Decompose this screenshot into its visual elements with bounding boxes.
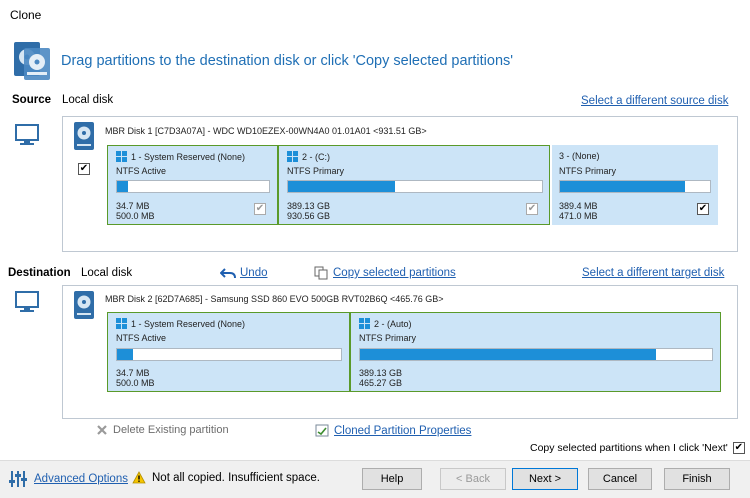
- copy-partitions-action[interactable]: Copy selected partitions: [314, 266, 456, 280]
- destination-label: Destination: [8, 267, 71, 279]
- next-button[interactable]: Next >: [512, 468, 578, 490]
- partition-checkbox[interactable]: ✔: [697, 203, 709, 215]
- partition-filesystem: NTFS Primary: [359, 333, 416, 343]
- select-target-disk-link[interactable]: Select a different target disk: [582, 267, 724, 279]
- destination-partition-1[interactable]: 1 - System Reserved (None) NTFS Active 3…: [107, 312, 350, 392]
- computer-monitor-icon: [14, 122, 40, 148]
- windows-logo-icon: [116, 151, 127, 162]
- partition-total: 471.0 MB: [559, 211, 598, 221]
- source-select-all-checkbox[interactable]: ✔: [78, 163, 90, 175]
- hard-disk-icon: [73, 290, 95, 320]
- partition-title: 2 - (Auto): [374, 319, 412, 329]
- partition-usage-bar: [116, 348, 342, 361]
- partition-usage-fill: [560, 181, 685, 192]
- partition-used: 389.4 MB: [559, 201, 598, 211]
- finish-button[interactable]: Finish: [664, 468, 730, 490]
- partition-used: 34.7 MB: [116, 201, 150, 211]
- delete-existing-partition-label[interactable]: Delete Existing partition: [113, 424, 229, 436]
- partition-title: 2 - (C:): [302, 152, 330, 162]
- partition-filesystem: NTFS Active: [116, 166, 167, 176]
- source-partition-3[interactable]: 3 - (None) NTFS Primary 389.4 MB 471.0 M…: [552, 145, 718, 225]
- destination-disk-panel[interactable]: MBR Disk 2 [62D7A685] - Samsung SSD 860 …: [62, 285, 738, 419]
- back-button[interactable]: < Back: [440, 468, 506, 490]
- partition-total: 465.27 GB: [359, 378, 403, 388]
- warning-text: Not all copied. Insufficient space.: [152, 471, 320, 484]
- source-disk-header: MBR Disk 1 [C7D3A07A] - WDC WD10EZEX-00W…: [105, 126, 427, 136]
- warning-message: Not all copied. Insufficient space.: [132, 471, 320, 484]
- copy-icon: [314, 266, 328, 280]
- cloned-partition-properties-link[interactable]: Cloned Partition Properties: [334, 425, 471, 437]
- cloned-properties-action[interactable]: Cloned Partition Properties: [315, 424, 471, 437]
- source-partition-1[interactable]: 1 - System Reserved (None) NTFS Active 3…: [107, 145, 278, 225]
- advanced-options-link[interactable]: Advanced Options: [34, 473, 128, 485]
- partition-usage-bar: [287, 180, 543, 193]
- partition-title: 1 - System Reserved (None): [131, 152, 246, 162]
- partition-usage-fill: [117, 349, 133, 360]
- partition-title: 1 - System Reserved (None): [131, 319, 246, 329]
- sliders-icon: [9, 471, 27, 487]
- delete-partition-action[interactable]: Delete Existing partition: [96, 424, 229, 436]
- partition-checkbox[interactable]: ✔: [526, 203, 538, 215]
- header-instructions: Drag partitions to the destination disk …: [61, 53, 514, 69]
- windows-logo-icon: [359, 318, 370, 329]
- partition-title: 3 - (None): [559, 151, 600, 161]
- partition-total: 930.56 GB: [287, 211, 331, 221]
- advanced-options-action[interactable]: Advanced Options: [8, 469, 128, 489]
- partition-used: 389.13 GB: [359, 368, 403, 378]
- footer-bar: Advanced Options Not all copied. Insuffi…: [0, 460, 750, 498]
- copy-selected-partitions-link[interactable]: Copy selected partitions: [333, 267, 456, 279]
- partition-usage-fill: [117, 181, 128, 192]
- windows-logo-icon: [116, 318, 127, 329]
- warning-triangle-icon: [132, 471, 146, 484]
- copy-on-next-checkbox[interactable]: ✔: [732, 442, 745, 454]
- source-disk-panel[interactable]: MBR Disk 1 [C7D3A07A] - WDC WD10EZEX-00W…: [62, 116, 738, 252]
- partition-total: 500.0 MB: [116, 211, 155, 221]
- properties-icon: [315, 424, 329, 437]
- undo-action[interactable]: Undo: [220, 267, 268, 279]
- partition-filesystem: NTFS Primary: [287, 166, 344, 176]
- partition-usage-fill: [360, 349, 656, 360]
- partition-used: 389.13 GB: [287, 201, 331, 211]
- partition-used: 34.7 MB: [116, 368, 150, 378]
- select-source-disk-link[interactable]: Select a different source disk: [581, 95, 728, 107]
- partition-checkbox[interactable]: ✔: [254, 203, 266, 215]
- partition-filesystem: NTFS Primary: [559, 166, 616, 176]
- copy-on-next-option[interactable]: Copy selected partitions when I click 'N…: [530, 442, 745, 454]
- partition-usage-bar: [116, 180, 270, 193]
- undo-arrow-icon: [220, 268, 236, 279]
- cancel-button[interactable]: Cancel: [588, 468, 652, 490]
- delete-x-icon: [97, 425, 107, 435]
- partition-usage-fill: [288, 181, 395, 192]
- destination-partition-2[interactable]: 2 - (Auto) NTFS Primary 389.13 GB 465.27…: [350, 312, 721, 392]
- partition-filesystem: NTFS Active: [116, 333, 167, 343]
- hard-disk-icon: [73, 121, 95, 151]
- undo-link[interactable]: Undo: [240, 267, 268, 279]
- partition-usage-bar: [359, 348, 713, 361]
- window-title: Clone: [10, 8, 42, 22]
- source-disk-type: Local disk: [62, 94, 114, 106]
- help-button[interactable]: Help: [362, 468, 422, 490]
- clone-disk-icon: [12, 38, 52, 82]
- copy-on-next-label: Copy selected partitions when I click 'N…: [530, 442, 728, 454]
- source-label: Source: [12, 94, 51, 106]
- destination-disk-type: Local disk: [81, 267, 133, 279]
- destination-disk-header: MBR Disk 2 [62D7A685] - Samsung SSD 860 …: [105, 294, 444, 304]
- windows-logo-icon: [287, 151, 298, 162]
- source-partition-2[interactable]: 2 - (C:) NTFS Primary 389.13 GB 930.56 G…: [278, 145, 550, 225]
- computer-monitor-icon: [14, 289, 40, 315]
- partition-usage-bar: [559, 180, 711, 193]
- partition-total: 500.0 MB: [116, 378, 155, 388]
